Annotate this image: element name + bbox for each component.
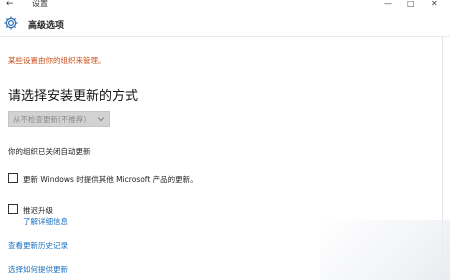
managed-notice: 某些设置由你的组织来管理。 (8, 56, 106, 65)
maximize-button[interactable]: □ (407, 0, 415, 8)
chevron-down-icon (97, 117, 105, 122)
page-title: 高级选项 (28, 21, 65, 31)
auto-update-status: 你的组织已关闭自动更新 (8, 147, 91, 156)
title-bar: ← 设置 — □ ✕ (0, 0, 450, 12)
section-heading: 请选择安装更新的方式 (8, 89, 139, 104)
defer-upgrades-checkbox[interactable] (8, 204, 18, 214)
other-products-label: 更新 Windows 时提供其他 Microsoft 产品的更新。 (23, 175, 198, 184)
view-update-history-link[interactable]: 查看更新历史记录 (8, 240, 68, 251)
update-method-dropdown[interactable]: 从不检查更新(不推荐) (8, 111, 110, 127)
defer-upgrades-label: 推迟升级 (23, 206, 53, 215)
back-button[interactable]: ← (6, 0, 14, 9)
window-title: 设置 (32, 0, 48, 8)
background-watermark (320, 220, 450, 280)
other-products-checkbox[interactable] (8, 173, 18, 183)
page-header: 高级选项 (0, 12, 450, 37)
close-button[interactable]: ✕ (431, 0, 438, 8)
choose-delivery-link[interactable]: 选择如何提供更新 (8, 264, 68, 275)
learn-more-link[interactable]: 了解详细信息 (23, 216, 68, 227)
gear-icon (4, 16, 18, 30)
dropdown-value: 从不检查更新(不推荐) (13, 115, 87, 124)
minimize-button[interactable]: — (384, 0, 392, 8)
